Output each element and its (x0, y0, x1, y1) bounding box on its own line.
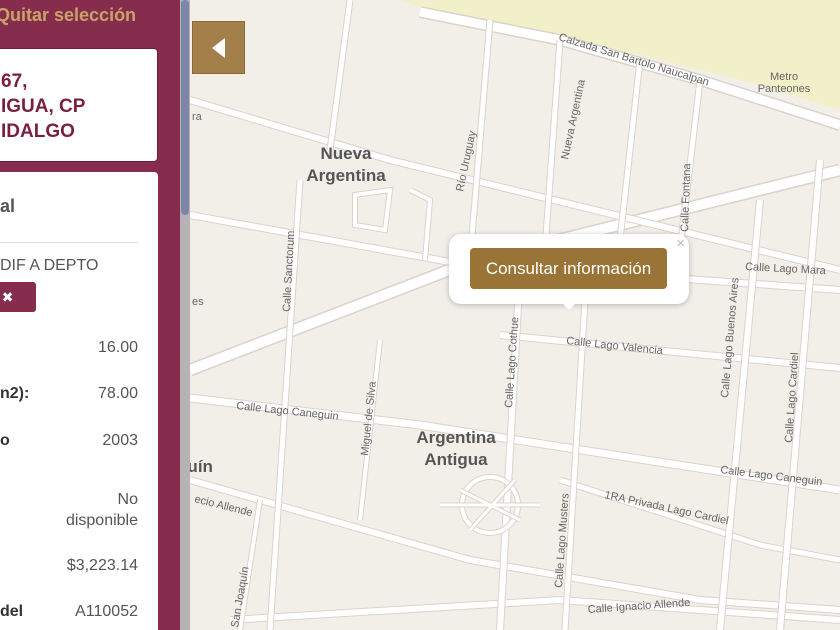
map-label-es: es (192, 296, 204, 308)
neighborhood-label-nueva-2: Argentina (306, 166, 386, 185)
street-label-nueva-argentina: Nueva Argentina (559, 78, 588, 161)
collapse-sidebar-button[interactable] (192, 21, 245, 74)
field-label-6: del (0, 603, 24, 620)
clear-selection-link[interactable]: Quitar selección (0, 5, 136, 26)
field-value-5: $3,223.14 (66, 557, 138, 574)
field-value-2: 78.00 (97, 385, 138, 402)
street-label-1ra-privada: 1RA Privada Lago Cardiel (603, 489, 729, 527)
close-icon[interactable]: ✖ (2, 289, 14, 305)
sidebar: Quitar selección 67, IGUA, CP IDALGO al … (0, 0, 190, 630)
address-line-3: IDALGO (1, 121, 75, 142)
street-label-lago-buenos-aires: Calle Lago Buenos Aires (719, 277, 741, 399)
map-label-ra: ra (192, 111, 203, 123)
neighborhood-label-antigua-2: Antigua (424, 450, 488, 469)
close-icon[interactable]: × (676, 236, 685, 252)
property-type: DIF A DEPTO (0, 257, 99, 274)
popup-tip (559, 300, 579, 310)
scrollbar-thumb[interactable] (181, 0, 189, 215)
field-value-1: 16.00 (97, 339, 138, 356)
field-label-2: n2): (0, 385, 30, 402)
field-value-3: 2003 (102, 432, 138, 449)
sidebar-scrollbar[interactable] (180, 0, 190, 630)
detail-card: al DIF A DEPTO or✖ 16.00 n2): 78.00 o 20… (0, 172, 158, 630)
divider (0, 242, 138, 243)
filter-tag[interactable]: or✖ (0, 282, 36, 312)
address-card: 67, IGUA, CP IDALGO (0, 48, 158, 162)
neighborhood-label-antigua: Argentina (416, 428, 496, 447)
field-label-3: o (0, 432, 10, 449)
station-label-line1: Metro (770, 71, 798, 83)
station-label-line2: Panteones (758, 83, 811, 95)
map-popup: × Consultar información (449, 234, 689, 310)
consult-info-button[interactable]: Consultar información (470, 248, 667, 289)
address-line-2: IGUA, CP (1, 96, 86, 117)
detail-heading: al (0, 196, 16, 216)
field-value-6: A110052 (75, 603, 138, 620)
address-line-1: 67, (1, 71, 28, 92)
neighborhood-label-nueva: Nueva (320, 144, 372, 163)
field-value-4: No disponible (65, 491, 138, 529)
chevron-left-icon (212, 37, 225, 58)
street-label-fontana: Calle Fontana (679, 162, 693, 232)
